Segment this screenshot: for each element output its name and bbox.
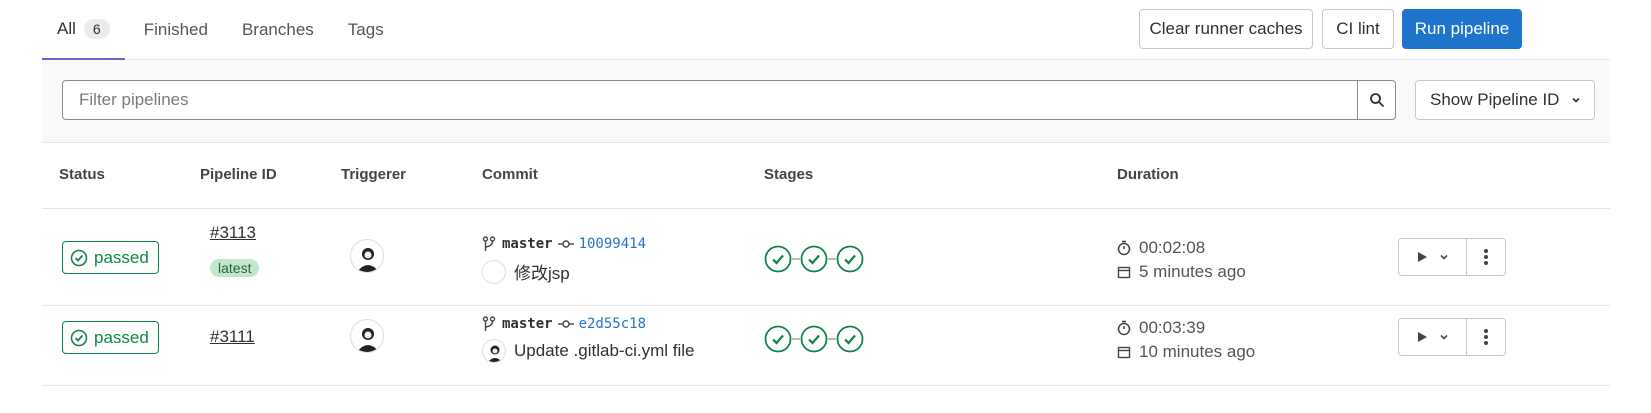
- stage-success-icon[interactable]: [800, 325, 828, 353]
- check-circle-icon: [70, 329, 88, 346]
- tab-tags-label: Tags: [347, 20, 384, 39]
- finished-time: 10 minutes ago: [1139, 342, 1256, 361]
- commit-message: 修改jsp: [482, 259, 570, 284]
- chevron-down-icon: [1439, 254, 1448, 260]
- tab-tags[interactable]: Tags: [333, 0, 399, 60]
- latest-badge: latest: [210, 259, 260, 277]
- run-manual-job-dropdown[interactable]: [1399, 239, 1467, 275]
- user-avatar-icon: [357, 248, 379, 272]
- tab-all-count: 6: [83, 19, 110, 39]
- clear-runner-caches-button[interactable]: Clear runner caches: [1139, 9, 1313, 49]
- status-badge[interactable]: passed: [62, 321, 159, 354]
- branch-name-link[interactable]: master: [502, 236, 553, 252]
- table-row: passed #3111 master e2d55c18 Update .git…: [42, 289, 1610, 386]
- commit-message: Update .gitlab-ci.yml file: [482, 339, 694, 363]
- commit-title-link[interactable]: 修改jsp: [514, 259, 570, 284]
- pipeline-id-link[interactable]: #3113: [210, 223, 256, 243]
- search-button[interactable]: [1357, 81, 1395, 119]
- more-actions-button[interactable]: [1467, 319, 1505, 355]
- run-manual-job-dropdown[interactable]: [1399, 319, 1467, 355]
- calendar-icon: [1117, 346, 1131, 359]
- commit-ref: master 10099414: [482, 236, 646, 252]
- commit-ref: master e2d55c18: [482, 316, 646, 332]
- chevron-down-icon: [1439, 334, 1448, 340]
- column-stages: Stages: [764, 166, 814, 183]
- stage-connector: [792, 338, 800, 340]
- pipeline-actions: [1398, 238, 1506, 276]
- check-circle-icon: [70, 249, 88, 266]
- duration-value: 00:02:08: [1139, 238, 1206, 257]
- pipeline-duration: 00:02:08 5 minutes ago: [1117, 236, 1246, 284]
- user-avatar-icon: [357, 328, 379, 352]
- play-icon: [1417, 332, 1427, 342]
- pipelines-header: All 6 Finished Branches Tags Clear runne…: [42, 0, 1610, 60]
- stage-success-icon[interactable]: [836, 325, 864, 353]
- show-pipeline-id-dropdown[interactable]: Show Pipeline ID: [1415, 80, 1595, 120]
- tab-branches-label: Branches: [241, 20, 314, 39]
- column-status: Status: [59, 166, 105, 183]
- stage-success-icon[interactable]: [836, 245, 864, 273]
- timer-icon: [1117, 240, 1131, 256]
- pipeline-id-link[interactable]: #3111: [210, 327, 255, 347]
- calendar-icon: [1117, 266, 1131, 279]
- commit-sha-link[interactable]: 10099414: [579, 236, 646, 252]
- branch-icon: [482, 236, 496, 251]
- tab-branches[interactable]: Branches: [227, 0, 329, 60]
- commit-icon: [557, 240, 574, 248]
- commit-author-avatar[interactable]: [482, 339, 506, 363]
- status-badge[interactable]: passed: [62, 241, 159, 274]
- table-header: Status Pipeline ID Triggerer Commit Stag…: [42, 143, 1610, 209]
- status-label: passed: [94, 327, 149, 347]
- filter-box: [62, 80, 1396, 120]
- stage-connector: [828, 338, 836, 340]
- stage-success-icon[interactable]: [800, 245, 828, 273]
- pipeline-tabs: All 6 Finished Branches Tags: [42, 0, 399, 60]
- column-pipeline-id: Pipeline ID: [200, 166, 277, 183]
- pipeline-duration: 00:03:39 10 minutes ago: [1117, 316, 1255, 364]
- timer-icon: [1117, 320, 1131, 336]
- ci-lint-button[interactable]: CI lint: [1322, 9, 1394, 49]
- pipeline-stages: [764, 325, 864, 353]
- kebab-menu-icon: [1484, 249, 1488, 265]
- more-actions-button[interactable]: [1467, 239, 1505, 275]
- tab-finished-label: Finished: [143, 20, 208, 39]
- tab-finished[interactable]: Finished: [129, 0, 223, 60]
- tab-all[interactable]: All 6: [42, 0, 125, 60]
- kebab-menu-icon: [1484, 329, 1488, 345]
- commit-sha-link[interactable]: e2d55c18: [579, 316, 646, 332]
- pipeline-actions: [1398, 318, 1506, 356]
- pipeline-stages: [764, 245, 864, 273]
- duration-value: 00:03:39: [1139, 318, 1206, 337]
- column-commit: Commit: [482, 166, 538, 183]
- run-pipeline-button[interactable]: Run pipeline: [1402, 9, 1522, 49]
- filter-bar: Show Pipeline ID: [42, 60, 1610, 143]
- filter-pipelines-input[interactable]: [63, 81, 1353, 119]
- show-pipeline-id-label: Show Pipeline ID: [1430, 90, 1560, 109]
- commit-icon: [557, 320, 574, 328]
- status-label: passed: [94, 247, 149, 267]
- chevron-down-icon: [1572, 97, 1580, 103]
- search-icon: [1369, 93, 1384, 107]
- triggerer-avatar[interactable]: [350, 319, 384, 353]
- branch-icon: [482, 316, 496, 331]
- commit-author-avatar[interactable]: [482, 259, 506, 284]
- tab-all-label: All: [57, 19, 76, 38]
- play-icon: [1417, 252, 1427, 262]
- stage-success-icon[interactable]: [764, 325, 792, 353]
- column-duration: Duration: [1117, 166, 1179, 183]
- stage-success-icon[interactable]: [764, 245, 792, 273]
- branch-name-link[interactable]: master: [502, 316, 553, 332]
- user-avatar-icon: [487, 345, 503, 362]
- column-triggerer: Triggerer: [341, 166, 407, 183]
- finished-time: 5 minutes ago: [1139, 262, 1246, 281]
- triggerer-avatar[interactable]: [350, 239, 384, 273]
- stage-connector: [828, 258, 836, 260]
- stage-connector: [792, 258, 800, 260]
- commit-title-link[interactable]: Update .gitlab-ci.yml file: [514, 341, 694, 361]
